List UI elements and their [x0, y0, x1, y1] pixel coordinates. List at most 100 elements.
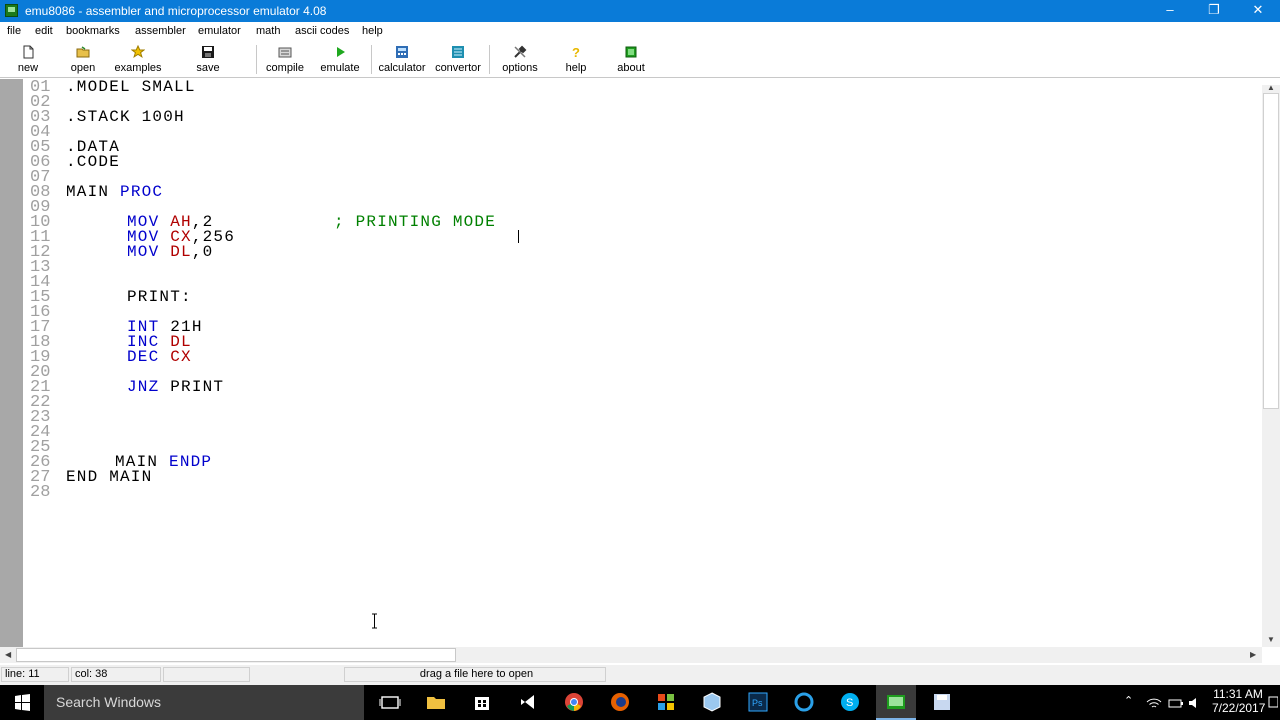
emu8086-taskbar-icon — [887, 695, 905, 709]
wifi-icon[interactable] — [1146, 696, 1162, 710]
open-button[interactable]: open — [63, 43, 103, 76]
code-line: .STACK 100H — [66, 108, 185, 126]
horizontal-scroll-thumb[interactable] — [16, 648, 456, 662]
task-view-icon[interactable] — [379, 691, 401, 713]
compile-button[interactable]: compile — [262, 43, 308, 76]
status-line: line: 11 — [1, 667, 69, 682]
svg-text:Ps: Ps — [752, 698, 763, 708]
text-caret — [518, 230, 519, 243]
firefox-icon[interactable] — [609, 691, 631, 713]
open-label: open — [70, 62, 96, 74]
vertical-scrollbar[interactable]: ▲ ▼ — [1262, 83, 1280, 647]
help-button[interactable]: ? help — [556, 43, 596, 76]
scroll-left-icon[interactable]: ◀ — [5, 650, 11, 659]
store-icon[interactable] — [471, 691, 493, 713]
save-button[interactable]: save — [188, 43, 228, 76]
code-token: ,0 — [191, 243, 214, 261]
emu8086-app-icon[interactable] — [5, 4, 18, 17]
emulate-label: emulate — [320, 62, 360, 74]
menu-help[interactable]: help — [362, 25, 383, 37]
toolbar: new open examples ▼ save ▼ compile emula… — [0, 41, 1280, 104]
title-bar: emu8086 - assembler and microprocessor e… — [0, 0, 1280, 22]
calculator-label: calculator — [378, 62, 426, 74]
code-token: MOV — [127, 243, 171, 261]
about-button[interactable]: about — [611, 43, 651, 76]
minimize-button[interactable]: – — [1148, 0, 1192, 22]
app-grid-icon[interactable] — [655, 691, 677, 713]
status-hint: drag a file here to open — [344, 667, 606, 682]
bookmark-gutter[interactable] — [0, 79, 23, 647]
star-icon — [131, 45, 145, 58]
windows-taskbar: Search Windows Ps S ⌃ 11:31 AM 7/22/2017 — [0, 685, 1280, 720]
status-bar: line: 11 col: 38 drag a file here to ope… — [0, 665, 1280, 685]
horizontal-scrollbar[interactable]: ◀ ▶ — [0, 647, 1262, 663]
volume-icon[interactable] — [1188, 696, 1202, 710]
code-line: END MAIN — [66, 468, 153, 486]
chrome-icon[interactable] — [563, 691, 585, 713]
convertor-icon — [452, 46, 464, 58]
options-button[interactable]: options — [497, 43, 543, 76]
code-token: DL — [170, 243, 192, 261]
menu-edit[interactable]: edit — [35, 25, 53, 37]
search-box[interactable]: Search Windows — [44, 685, 364, 720]
cube-app-icon[interactable] — [701, 691, 723, 713]
emulate-button[interactable]: emulate — [316, 43, 364, 76]
code-line: .MODEL SMALL — [66, 78, 196, 96]
new-button[interactable]: new — [8, 43, 48, 76]
code-token: CX — [170, 348, 192, 366]
visual-studio-icon[interactable] — [517, 691, 539, 713]
code-comment: ; PRINTING MODE — [334, 213, 497, 231]
menu-emulator[interactable]: emulator — [198, 25, 241, 37]
status-blank — [163, 667, 250, 682]
clock[interactable]: 11:31 AM 7/22/2017 — [1212, 687, 1265, 715]
code-line: .CODE — [66, 153, 121, 171]
save-label: save — [196, 62, 220, 74]
notifications-icon[interactable] — [1268, 695, 1278, 709]
convertor-button[interactable]: convertor — [432, 43, 484, 76]
refresh-app-icon[interactable] — [793, 691, 815, 713]
scroll-up-icon[interactable]: ▲ — [1267, 83, 1275, 92]
help-label: help — [565, 62, 587, 74]
menu-assembler[interactable]: assembler — [135, 25, 186, 37]
tray-chevron-icon[interactable]: ⌃ — [1124, 694, 1133, 707]
new-file-icon — [23, 45, 34, 59]
photoshop-icon[interactable]: Ps — [747, 691, 769, 713]
menu-math[interactable]: math — [256, 25, 280, 37]
examples-button[interactable]: examples — [112, 43, 164, 76]
status-col: col: 38 — [71, 667, 161, 682]
taskbar-active-app[interactable] — [876, 685, 916, 720]
skype-icon[interactable]: S — [839, 691, 861, 713]
toolbar-separator — [489, 45, 490, 74]
menu-file[interactable]: file — [7, 25, 21, 37]
floppy-app-icon[interactable] — [931, 691, 953, 713]
about-label: about — [617, 62, 645, 74]
windows-start-icon[interactable] — [0, 685, 44, 720]
svg-text:?: ? — [572, 45, 580, 59]
calculator-button[interactable]: calculator — [376, 43, 428, 76]
compile-label: compile — [266, 62, 304, 74]
window-title: emu8086 - assembler and microprocessor e… — [25, 4, 327, 18]
code-line: MOV DL,0 — [127, 243, 214, 261]
restore-button[interactable]: ❐ — [1192, 0, 1236, 22]
code-token: MAIN — [66, 183, 121, 201]
code-line: JNZ PRINT — [127, 378, 224, 396]
convertor-label: convertor — [435, 62, 481, 74]
open-folder-icon — [76, 46, 90, 58]
code-token: DEC — [127, 348, 171, 366]
battery-icon[interactable] — [1168, 696, 1184, 710]
file-explorer-icon[interactable] — [425, 691, 447, 713]
calculator-icon — [396, 46, 408, 58]
code-line: MAIN PROC — [66, 183, 164, 201]
scroll-down-icon[interactable]: ▼ — [1267, 635, 1275, 644]
menu-bookmarks[interactable]: bookmarks — [66, 25, 120, 37]
code-token: PROC — [120, 183, 164, 201]
vertical-scroll-thumb[interactable] — [1263, 93, 1279, 409]
toolbar-separator — [256, 45, 257, 74]
scroll-right-icon[interactable]: ▶ — [1250, 650, 1256, 659]
options-label: options — [502, 62, 538, 74]
close-button[interactable]: ✕ — [1236, 0, 1280, 22]
code-token: JNZ — [127, 378, 171, 396]
code-line: PRINT: — [127, 288, 192, 306]
about-chip-icon — [625, 46, 637, 58]
menu-ascii-codes[interactable]: ascii codes — [295, 25, 349, 37]
